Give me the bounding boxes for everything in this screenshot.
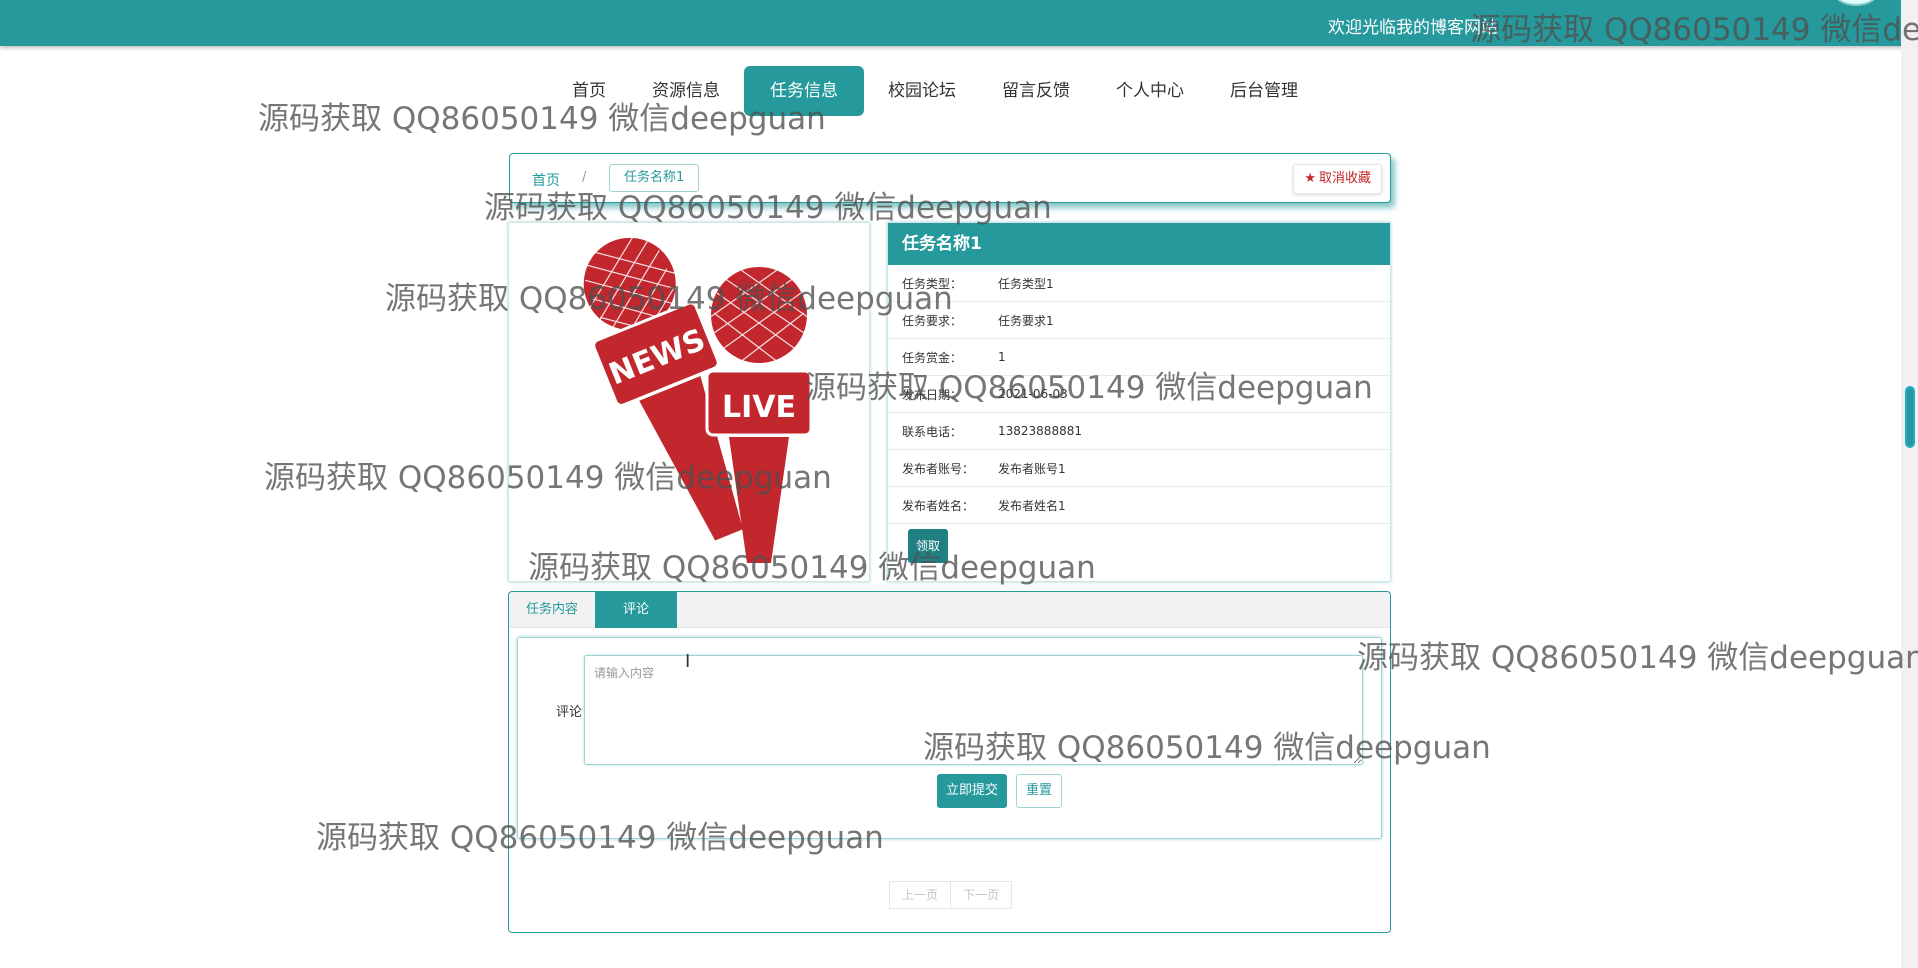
nav-item-home[interactable]: 首页 bbox=[550, 66, 628, 116]
comment-label: 评论 bbox=[556, 705, 583, 720]
news-live-microphones-image: NEWS LIVE bbox=[583, 237, 813, 563]
submit-button[interactable]: 立即提交 bbox=[937, 774, 1008, 808]
nav-item-forum[interactable]: 校园论坛 bbox=[866, 66, 978, 116]
info-label: 发布日期： bbox=[902, 387, 963, 402]
main-nav: 首页 资源信息 任务信息 校园论坛 留言反馈 个人中心 后台管理 bbox=[550, 66, 1322, 116]
info-label: 发布者姓名： bbox=[902, 498, 975, 513]
info-row-type: 任务类型： 任务类型1 bbox=[888, 265, 1390, 302]
info-row-publish-date: 发布日期： 2021-06-03 bbox=[888, 376, 1390, 413]
top-bar: 欢迎光临我的博客网站 bbox=[0, 0, 1918, 46]
reset-button[interactable]: 重置 bbox=[1016, 774, 1063, 808]
task-image: NEWS LIVE bbox=[508, 222, 870, 582]
breadcrumb-home-link[interactable]: 首页 bbox=[532, 170, 560, 190]
info-row-publisher-account: 发布者账号： 发布者账号1 bbox=[888, 450, 1390, 487]
next-page-button[interactable]: 下一页 bbox=[951, 881, 1013, 909]
info-value: 2021-06-03 bbox=[998, 387, 1068, 401]
info-value: 任务类型1 bbox=[998, 276, 1054, 291]
tab-task-content[interactable]: 任务内容 bbox=[509, 592, 595, 628]
tab-comments[interactable]: 评论 bbox=[595, 592, 678, 628]
nav-item-tasks[interactable]: 任务信息 bbox=[744, 66, 864, 116]
info-label: 任务要求： bbox=[902, 313, 963, 328]
info-label: 任务类型： bbox=[902, 276, 963, 291]
unfavorite-button-label: 取消收藏 bbox=[1318, 171, 1371, 186]
info-row-publisher-name: 发布者姓名： 发布者姓名1 bbox=[888, 487, 1390, 524]
info-value: 任务要求1 bbox=[998, 313, 1054, 328]
live-badge-text: LIVE bbox=[722, 390, 796, 425]
nav-item-admin[interactable]: 后台管理 bbox=[1208, 66, 1320, 116]
info-label: 联系电话： bbox=[902, 424, 963, 439]
breadcrumb-separator: / bbox=[582, 170, 587, 185]
welcome-text: 欢迎光临我的博客网站 bbox=[1328, 18, 1498, 38]
watermark-text: 源码获取 QQ86050149 微信deepguan bbox=[1357, 640, 1918, 676]
nav-item-profile[interactable]: 个人中心 bbox=[1094, 66, 1206, 116]
page-scrollbar[interactable] bbox=[1901, 0, 1918, 968]
info-row-phone: 联系电话： 13823888881 bbox=[888, 413, 1390, 450]
task-title: 任务名称1 bbox=[888, 223, 1390, 265]
unfavorite-button[interactable]: ★ 取消收藏 bbox=[1293, 164, 1382, 194]
task-info-panel: 任务名称1 任务类型： 任务类型1 任务要求： 任务要求1 任务赏金： 1 发布… bbox=[887, 222, 1391, 582]
pagination: 上一页 下一页 bbox=[889, 881, 1013, 909]
task-tabs-panel: 任务内容 评论 评论 立即提交 重置 上一页 下一页 bbox=[508, 591, 1391, 933]
breadcrumb: 首页 / 任务名称1 ★ 取消收藏 bbox=[509, 153, 1391, 203]
nav-item-feedback[interactable]: 留言反馈 bbox=[980, 66, 1092, 116]
info-value: 13823888881 bbox=[998, 424, 1082, 438]
info-value: 发布者姓名1 bbox=[998, 498, 1066, 513]
avatar[interactable] bbox=[1834, 0, 1878, 6]
nav-item-resources[interactable]: 资源信息 bbox=[630, 66, 742, 116]
comment-form: 评论 立即提交 重置 bbox=[517, 637, 1382, 839]
scrollbar-thumb[interactable] bbox=[1905, 386, 1915, 448]
breadcrumb-current: 任务名称1 bbox=[609, 164, 700, 192]
comment-input[interactable] bbox=[584, 655, 1363, 765]
info-row-reward: 任务赏金： 1 bbox=[888, 339, 1390, 376]
info-label: 任务赏金： bbox=[902, 350, 963, 365]
info-value: 发布者账号1 bbox=[998, 461, 1066, 476]
text-cursor-icon: I bbox=[685, 651, 691, 672]
tab-bar: 任务内容 评论 bbox=[509, 592, 1390, 628]
info-row-requirement: 任务要求： 任务要求1 bbox=[888, 302, 1390, 339]
star-icon: ★ bbox=[1304, 171, 1316, 186]
info-value: 1 bbox=[998, 350, 1006, 364]
claim-button[interactable]: 领取 bbox=[908, 529, 949, 563]
info-label: 发布者账号： bbox=[902, 461, 975, 476]
prev-page-button[interactable]: 上一页 bbox=[889, 881, 952, 909]
